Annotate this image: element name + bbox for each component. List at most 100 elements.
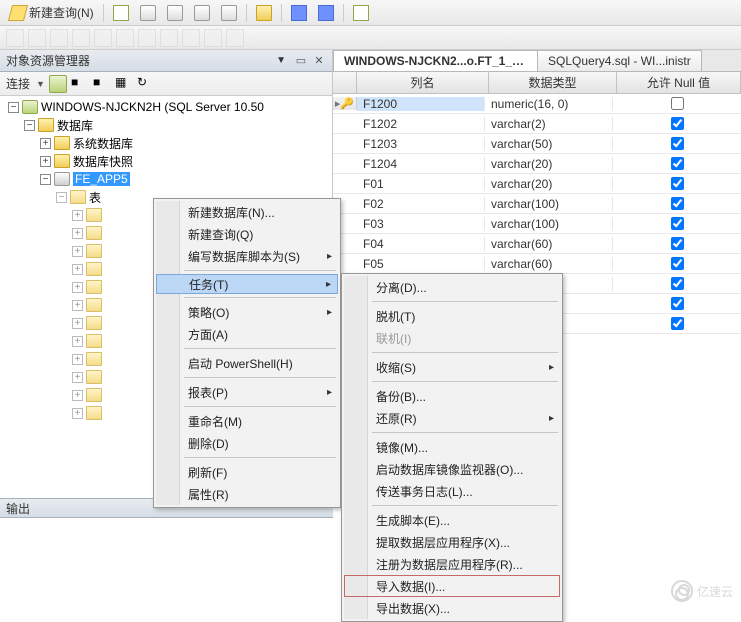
menu-policy[interactable]: 策略(O)▸ <box>156 301 338 323</box>
allow-null-checkbox[interactable] <box>671 317 684 330</box>
allow-null-checkbox[interactable] <box>671 257 684 270</box>
allow-null-checkbox[interactable] <box>671 297 684 310</box>
col-null-header[interactable]: 允许 Null 值 <box>617 72 741 93</box>
menu-facet[interactable]: 方面(A) <box>156 323 338 345</box>
cell-name[interactable]: F04 <box>357 237 485 251</box>
menu-powershell[interactable]: 启动 PowerShell(H) <box>156 352 338 374</box>
ghost-btn[interactable] <box>50 29 68 47</box>
table-row[interactable]: F1204varchar(20) <box>333 154 741 174</box>
tb-btn-1[interactable] <box>109 2 133 24</box>
cell-name[interactable]: F01 <box>357 177 485 191</box>
cell-type[interactable]: varchar(100) <box>485 217 613 231</box>
ghost-btn[interactable] <box>138 29 156 47</box>
menu-refresh[interactable]: 刷新(F) <box>156 461 338 483</box>
tb-ico[interactable]: ■ <box>71 75 89 93</box>
ghost-btn[interactable] <box>72 29 90 47</box>
cell-name[interactable]: F1204 <box>357 157 485 171</box>
ghost-btn[interactable] <box>116 29 134 47</box>
tb-btn-3[interactable] <box>163 2 187 24</box>
dropdown-caret-icon[interactable]: ▼ <box>36 79 45 89</box>
table-row[interactable]: F02varchar(100) <box>333 194 741 214</box>
collapse-icon[interactable]: − <box>24 120 35 131</box>
tree-server-node[interactable]: − WINDOWS-NJCKN2H (SQL Server 10.50 <box>4 98 332 116</box>
cell-name[interactable]: F03 <box>357 217 485 231</box>
tb-btn-5[interactable] <box>217 2 241 24</box>
menu-ship-log[interactable]: 传送事务日志(L)... <box>344 480 560 502</box>
allow-null-checkbox[interactable] <box>671 277 684 290</box>
cell-name[interactable]: F05 <box>357 257 485 271</box>
table-row[interactable]: F04varchar(60) <box>333 234 741 254</box>
menu-extract-dt[interactable]: 提取数据层应用程序(X)... <box>344 531 560 553</box>
table-row[interactable]: F03varchar(100) <box>333 214 741 234</box>
allow-null-checkbox[interactable] <box>671 137 684 150</box>
menu-detach[interactable]: 分离(D)... <box>344 276 560 298</box>
tb-saveall[interactable] <box>314 2 338 24</box>
col-name-header[interactable]: 列名 <box>357 72 489 93</box>
cell-name[interactable]: F1203 <box>357 137 485 151</box>
collapse-icon[interactable]: − <box>40 174 51 185</box>
tb-btn-4[interactable] <box>190 2 214 24</box>
cell-type[interactable]: varchar(100) <box>485 197 613 211</box>
tb-save[interactable] <box>287 2 311 24</box>
cell-type[interactable]: varchar(2) <box>485 117 613 131</box>
allow-null-checkbox[interactable] <box>671 197 684 210</box>
menu-properties[interactable]: 属性(R) <box>156 483 338 505</box>
table-row[interactable]: F1203varchar(50) <box>333 134 741 154</box>
connect-icon[interactable] <box>49 75 67 93</box>
ghost-btn[interactable] <box>6 29 24 47</box>
tb-ico[interactable]: ■ <box>93 75 111 93</box>
grid-body[interactable]: ▸🔑F1200numeric(16, 0)F1202varchar(2)F120… <box>333 94 741 274</box>
ghost-btn[interactable] <box>226 29 244 47</box>
tb-ico[interactable]: ▦ <box>115 75 133 93</box>
tb-btn-2[interactable] <box>136 2 160 24</box>
cell-type[interactable]: varchar(20) <box>485 177 613 191</box>
allow-null-checkbox[interactable] <box>671 97 684 110</box>
tree-sysdb[interactable]: + 系统数据库 <box>4 134 332 152</box>
new-query-button[interactable]: 新建查询(N) <box>6 2 98 24</box>
menu-shrink[interactable]: 收缩(S)▸ <box>344 356 560 378</box>
menu-backup[interactable]: 备份(B)... <box>344 385 560 407</box>
ghost-btn[interactable] <box>94 29 112 47</box>
cell-name[interactable]: F1202 <box>357 117 485 131</box>
ghost-btn[interactable] <box>160 29 178 47</box>
expand-icon[interactable]: + <box>40 156 51 167</box>
menu-offline[interactable]: 脱机(T) <box>344 305 560 327</box>
menu-new-db[interactable]: 新建数据库(N)... <box>156 201 338 223</box>
allow-null-checkbox[interactable] <box>671 157 684 170</box>
cell-name[interactable]: F1200 <box>357 97 485 111</box>
tab-other[interactable]: SQLQuery4.sql - WI...inistr <box>537 50 702 71</box>
cell-type[interactable]: varchar(60) <box>485 237 613 251</box>
connect-label[interactable]: 连接 <box>6 75 30 92</box>
menu-gen-script[interactable]: 生成脚本(E)... <box>344 509 560 531</box>
collapse-icon[interactable]: − <box>56 192 67 203</box>
menu-mirror[interactable]: 镜像(M)... <box>344 436 560 458</box>
menu-rename[interactable]: 重命名(M) <box>156 410 338 432</box>
tree-selected-db[interactable]: − FE_APP5 <box>4 170 332 188</box>
tree-db-root[interactable]: − 数据库 <box>4 116 332 134</box>
allow-null-checkbox[interactable] <box>671 217 684 230</box>
table-row[interactable]: F05varchar(60) <box>333 254 741 274</box>
table-row[interactable]: F01varchar(20) <box>333 174 741 194</box>
expand-icon[interactable]: + <box>40 138 51 149</box>
cell-type[interactable]: varchar(60) <box>485 257 613 271</box>
ghost-btn[interactable] <box>204 29 222 47</box>
collapse-icon[interactable]: − <box>8 102 19 113</box>
output-body[interactable] <box>0 518 333 608</box>
tree-dbsnap[interactable]: + 数据库快照 <box>4 152 332 170</box>
tb-script[interactable] <box>349 2 373 24</box>
table-row[interactable]: ▸🔑F1200numeric(16, 0) <box>333 94 741 114</box>
allow-null-checkbox[interactable] <box>671 237 684 250</box>
tb-open[interactable] <box>252 2 276 24</box>
cell-type[interactable]: varchar(20) <box>485 157 613 171</box>
menu-register-dt[interactable]: 注册为数据层应用程序(R)... <box>344 553 560 575</box>
menu-new-query[interactable]: 新建查询(Q) <box>156 223 338 245</box>
tb-ico[interactable]: ↻ <box>137 75 155 93</box>
col-type-header[interactable]: 数据类型 <box>489 72 617 93</box>
menu-restore[interactable]: 还原(R)▸ <box>344 407 560 429</box>
menu-mirror-monitor[interactable]: 启动数据库镜像监视器(O)... <box>344 458 560 480</box>
allow-null-checkbox[interactable] <box>671 177 684 190</box>
cell-type[interactable]: varchar(50) <box>485 137 613 151</box>
cell-type[interactable]: numeric(16, 0) <box>485 97 613 111</box>
cell-name[interactable]: F02 <box>357 197 485 211</box>
close-icon[interactable]: ✕ <box>312 54 326 68</box>
